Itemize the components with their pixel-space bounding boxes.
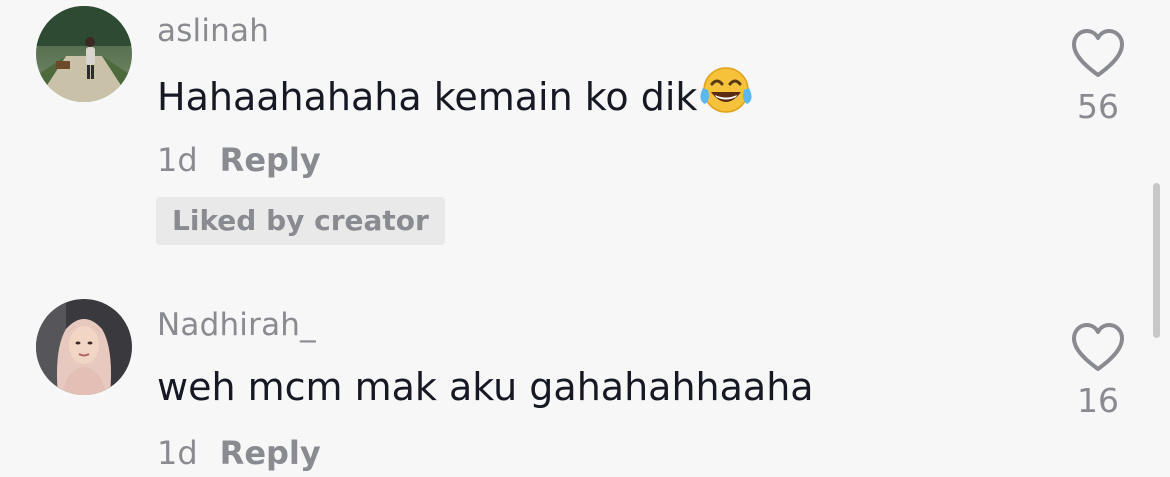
- comment-username[interactable]: Nadhirah_: [157, 307, 316, 343]
- comment-text: Hahaahahaha kemain ko dik: [157, 67, 753, 125]
- like-count: 16: [1077, 381, 1119, 420]
- comment-meta: 1d Reply: [157, 434, 321, 472]
- comment-text-content: Hahaahahaha kemain ko dik: [157, 75, 698, 119]
- comment-time: 1d: [157, 141, 198, 179]
- reply-button[interactable]: Reply: [220, 434, 321, 472]
- liked-by-creator-badge: Liked by creator: [156, 197, 445, 245]
- reply-button[interactable]: Reply: [220, 141, 321, 179]
- face-with-tears-of-joy-icon: [699, 64, 753, 125]
- comment-item: Nadhirah_ weh mcm mak aku gahahahhaaha 1…: [0, 295, 1170, 477]
- like-button[interactable]: 56: [1066, 27, 1130, 126]
- heart-icon[interactable]: [1070, 321, 1126, 373]
- comment-username[interactable]: aslinah: [157, 13, 269, 49]
- avatar[interactable]: [36, 6, 132, 102]
- comment-time: 1d: [157, 434, 198, 472]
- comment-text: weh mcm mak aku gahahahhaaha: [157, 365, 814, 409]
- comment-meta: 1d Reply: [157, 141, 321, 179]
- scrollbar[interactable]: [1153, 183, 1160, 338]
- like-button[interactable]: 16: [1066, 321, 1130, 420]
- like-count: 56: [1077, 87, 1119, 126]
- heart-icon[interactable]: [1070, 27, 1126, 79]
- comment-item: aslinah Hahaahahaha kemain ko dik 1d Repl…: [0, 0, 1170, 260]
- avatar[interactable]: [36, 299, 132, 395]
